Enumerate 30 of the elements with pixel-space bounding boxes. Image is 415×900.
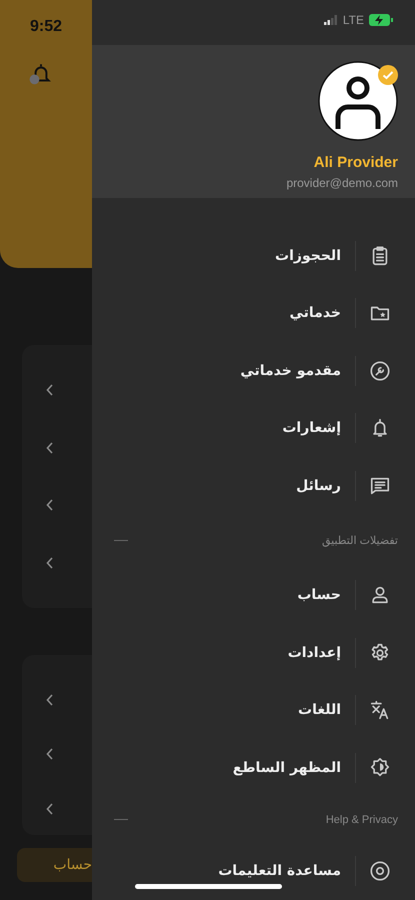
menu-item[interactable]: رسائل <box>296 478 341 494</box>
profile-name: Ali Provider <box>314 154 398 171</box>
signal-icon <box>324 15 338 26</box>
menu-item[interactable]: خدماتي <box>289 305 341 322</box>
brightness-icon <box>369 756 391 779</box>
network-label: LTE <box>342 13 364 28</box>
section-title: Help & Privacy <box>326 814 398 826</box>
avatar-icon[interactable] <box>318 60 398 141</box>
wrench-icon <box>369 360 391 382</box>
menu-item[interactable]: اللغات <box>298 702 341 718</box>
menu-item[interactable]: إشعارات <box>282 420 341 436</box>
chevron-left-icon[interactable] <box>46 499 54 511</box>
profile-email: provider@demo.com <box>286 176 398 190</box>
section-title: تفضيلات التطبيق <box>322 534 398 547</box>
menu-item[interactable]: حساب <box>297 587 341 604</box>
status-time: 9:52 <box>30 18 62 36</box>
menu-item[interactable]: إعدادات <box>288 644 341 661</box>
translate-icon <box>369 699 391 722</box>
menu-item[interactable]: مساعدة التعليمات <box>218 863 341 880</box>
chevron-left-icon[interactable] <box>46 442 54 454</box>
chevron-left-icon[interactable] <box>46 802 54 815</box>
menu-item[interactable]: الحجوزات <box>275 248 341 264</box>
chevron-left-icon[interactable] <box>46 384 54 396</box>
battery-icon <box>369 14 393 26</box>
chevron-left-icon[interactable] <box>46 694 54 706</box>
tab-button[interactable]: حساب <box>17 848 92 882</box>
chevron-left-icon[interactable] <box>46 748 54 760</box>
chevron-left-icon[interactable] <box>46 556 54 568</box>
menu-item[interactable]: مقدمو خدماتي <box>240 362 341 379</box>
menu-item[interactable]: المظهر الساطع <box>232 760 341 776</box>
